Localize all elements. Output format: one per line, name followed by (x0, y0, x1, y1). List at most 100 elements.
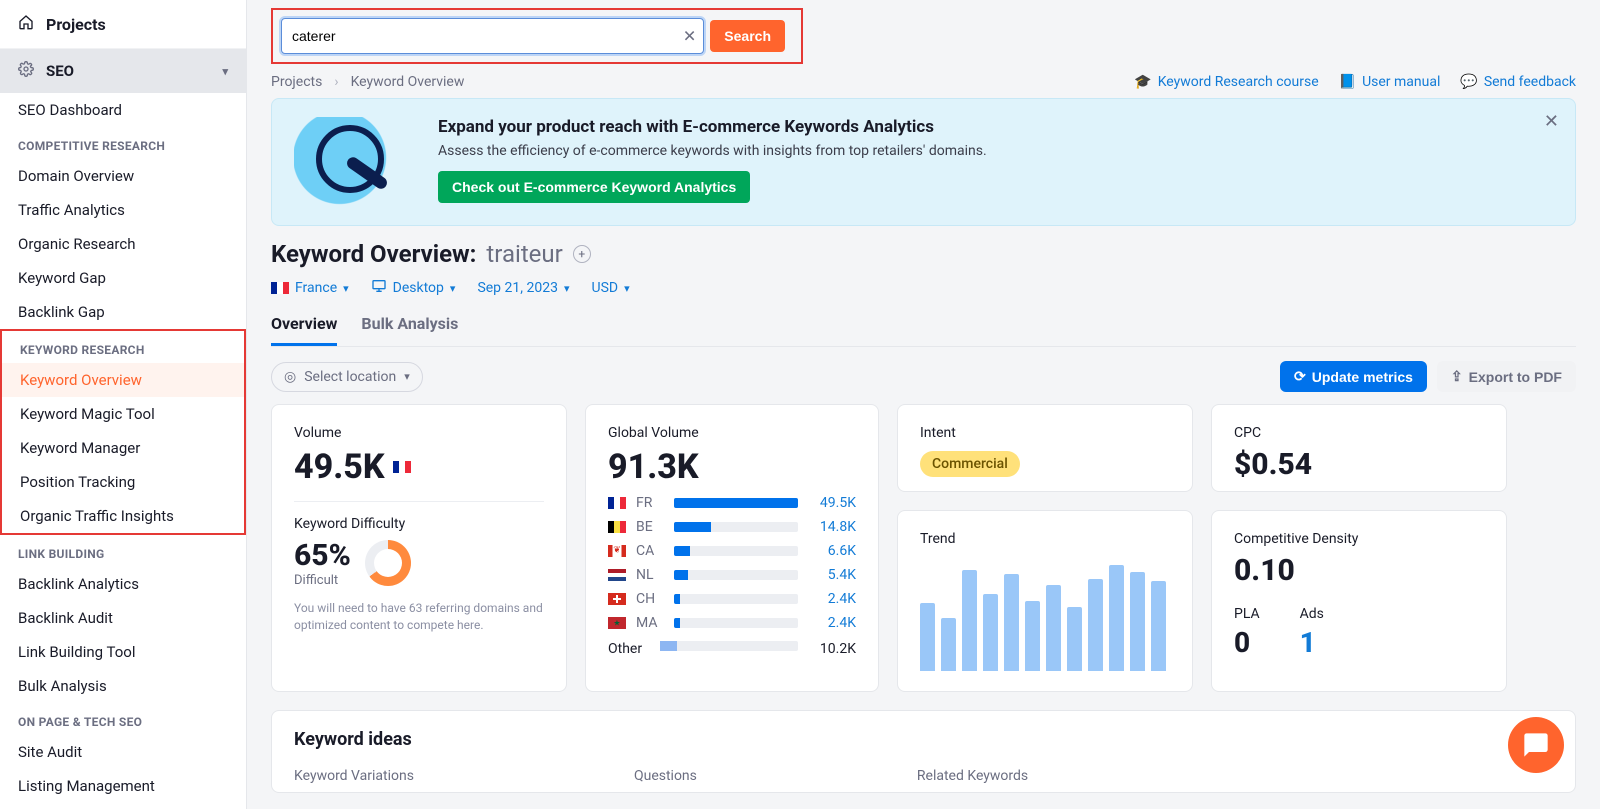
card-col-4: CPC $0.54 Competitive Density 0.10 PLA 0… (1211, 404, 1507, 692)
keyword-research-highlight: KEYWORD RESEARCH Keyword Overview Keywor… (0, 329, 246, 535)
card-col-3: Intent Commercial Trend (897, 404, 1193, 692)
update-metrics-button[interactable]: ⟳Update metrics (1280, 361, 1427, 392)
breadcrumb-projects[interactable]: Projects (271, 74, 322, 90)
kd-label: Keyword Difficulty (294, 516, 544, 532)
link-manual[interactable]: 📘 User manual (1339, 74, 1441, 90)
sidebar: Projects SEO ▾ SEO Dashboard COMPETITIVE… (0, 0, 247, 809)
filters-row: France▾ Desktop▾ Sep 21, 2023▾ USD▾ (271, 278, 1576, 298)
global-bar (674, 498, 798, 508)
global-other-row: Other 10.2K (608, 641, 856, 657)
filter-country[interactable]: France▾ (271, 280, 349, 296)
global-rows: FR49.5KBE14.8KCA6.6KNL5.4KCH2.4KMA2.4K (608, 495, 856, 631)
chat-fab[interactable] (1508, 717, 1564, 773)
search-highlight: ✕ Search (271, 8, 803, 64)
pla-label: PLA (1234, 606, 1260, 622)
sidebar-item-organic-research[interactable]: Organic Research (0, 227, 246, 261)
sidebar-item-position-tracking[interactable]: Position Tracking (2, 465, 244, 499)
compdens-value: 0.10 (1234, 553, 1484, 588)
flag-be-icon (608, 521, 626, 533)
filter-currency[interactable]: USD▾ (591, 280, 629, 296)
search-button[interactable]: Search (710, 20, 785, 52)
global-row-nl: NL5.4K (608, 567, 856, 583)
search-input-wrap: ✕ (281, 18, 704, 54)
sidebar-item-seo-content-template[interactable]: SEO Content Template (0, 803, 246, 809)
filter-device[interactable]: Desktop▾ (371, 278, 456, 298)
flag-ch-icon (608, 593, 626, 605)
global-cc: BE (636, 519, 664, 535)
trend-bar (941, 618, 956, 671)
ads-metric: Ads 1 (1300, 606, 1324, 659)
add-keyword-button[interactable]: + (573, 245, 591, 263)
sidebar-projects[interactable]: Projects (0, 0, 246, 49)
book-icon: 📘 (1339, 74, 1356, 90)
sidebar-item-listing-management[interactable]: Listing Management (0, 769, 246, 803)
sidebar-item-seo-dashboard[interactable]: SEO Dashboard (0, 93, 246, 127)
link-feedback[interactable]: 💬Send feedback (1460, 74, 1576, 90)
sidebar-item-backlink-analytics[interactable]: Backlink Analytics (0, 567, 246, 601)
main-content: ✕ Search Projects › Keyword Overview 🎓Ke… (247, 0, 1600, 809)
cpc-label: CPC (1234, 425, 1484, 441)
sidebar-item-link-building[interactable]: Link Building Tool (0, 635, 246, 669)
trend-bar (1088, 579, 1103, 671)
sidebar-seo-label: SEO (46, 62, 74, 80)
search-input[interactable] (281, 18, 704, 54)
sidebar-item-traffic-analytics[interactable]: Traffic Analytics (0, 193, 246, 227)
page-title: Keyword Overview: traiteur + (271, 240, 1576, 268)
link-course[interactable]: 🎓Keyword Research course (1134, 74, 1318, 90)
kd-donut-chart (365, 540, 411, 586)
trend-bar (1151, 581, 1166, 671)
global-val: 14.8K (808, 519, 856, 535)
home-icon (18, 14, 34, 34)
chevron-down-icon: ▾ (343, 282, 349, 295)
sidebar-item-keyword-overview[interactable]: Keyword Overview (2, 363, 244, 397)
clear-icon[interactable]: ✕ (683, 27, 696, 46)
sidebar-seo[interactable]: SEO ▾ (0, 49, 246, 93)
desktop-icon (371, 278, 387, 298)
gear-icon (18, 61, 34, 81)
tab-bulk[interactable]: Bulk Analysis (361, 306, 458, 346)
global-val: 6.6K (808, 543, 856, 559)
kd-value: 65% (294, 538, 351, 573)
sidebar-item-backlink-audit[interactable]: Backlink Audit (0, 601, 246, 635)
intent-label: Intent (920, 425, 1170, 441)
tab-overview[interactable]: Overview (271, 306, 337, 346)
filter-date-label: Sep 21, 2023 (477, 280, 558, 296)
chat-bubble-icon (1522, 731, 1550, 759)
global-val: 2.4K (808, 591, 856, 607)
page-title-keyword: traiteur (486, 240, 562, 268)
compdens-label: Competitive Density (1234, 531, 1484, 547)
global-val: 49.5K (808, 495, 856, 511)
card-cpc: CPC $0.54 (1211, 404, 1507, 492)
sidebar-item-keyword-magic[interactable]: Keyword Magic Tool (2, 397, 244, 431)
sidebar-item-keyword-manager[interactable]: Keyword Manager (2, 431, 244, 465)
sidebar-item-domain-overview[interactable]: Domain Overview (0, 159, 246, 193)
close-icon[interactable]: ✕ (1544, 111, 1559, 132)
sidebar-item-backlink-gap[interactable]: Backlink Gap (0, 295, 246, 329)
banner-cta-button[interactable]: Check out E-commerce Keyword Analytics (438, 171, 750, 203)
sidebar-item-bulk-analysis[interactable]: Bulk Analysis (0, 669, 246, 703)
banner-illustration (294, 117, 414, 207)
location-selector[interactable]: ◎ Select location ▾ (271, 362, 423, 392)
global-label: Global Volume (608, 425, 856, 441)
ads-value[interactable]: 1 (1300, 626, 1324, 659)
graduation-icon: 🎓 (1134, 74, 1151, 90)
banner-title: Expand your product reach with E-commerc… (438, 117, 987, 137)
global-cc: FR (636, 495, 664, 511)
pla-ads-row: PLA 0 Ads 1 (1234, 606, 1484, 659)
sidebar-head-onpage: ON PAGE & TECH SEO (0, 703, 246, 735)
trend-bar (962, 570, 977, 671)
card-global-volume: Global Volume 91.3K FR49.5KBE14.8KCA6.6K… (585, 404, 879, 692)
filter-date[interactable]: Sep 21, 2023▾ (477, 280, 569, 296)
global-cc: CH (636, 591, 664, 607)
kd-row: 65% Difficult (294, 538, 544, 588)
update-metrics-label: Update metrics (1312, 369, 1413, 385)
sidebar-item-keyword-gap[interactable]: Keyword Gap (0, 261, 246, 295)
trend-bar (1004, 574, 1019, 671)
export-pdf-button[interactable]: ⇪Export to PDF (1437, 361, 1576, 392)
global-bar (674, 618, 798, 628)
card-keyword-ideas: Keyword ideas Keyword Variations Questio… (271, 710, 1576, 793)
link-manual-label: User manual (1362, 74, 1440, 90)
sidebar-item-organic-insights[interactable]: Organic Traffic Insights (2, 499, 244, 533)
sidebar-item-site-audit[interactable]: Site Audit (0, 735, 246, 769)
target-icon: ◎ (284, 369, 296, 385)
